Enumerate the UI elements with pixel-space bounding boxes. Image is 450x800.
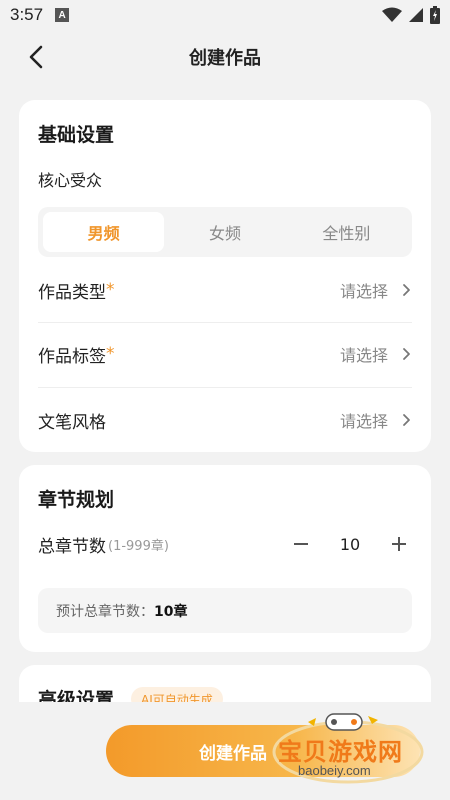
back-button[interactable]	[24, 42, 48, 72]
total-chapters-label: 总章节数	[38, 536, 106, 557]
nav-bar: 创建作品	[0, 30, 450, 84]
status-bar: 3:57 A	[0, 0, 450, 30]
estimate-label: 预计总章节数：	[56, 603, 154, 620]
signal-icon	[409, 8, 423, 22]
watermark: 宝贝游戏网 baobeiy.com	[268, 710, 428, 790]
chapter-count-stepper: 10	[288, 531, 412, 557]
work-type-row[interactable]: 作品类型 * 请选择	[38, 258, 412, 322]
estimate-box: 预计总章节数： 10章	[38, 588, 412, 633]
estimate-value: 10章	[154, 603, 188, 620]
work-tags-row[interactable]: 作品标签 * 请选择	[38, 322, 412, 386]
chapter-planning-title: 章节规划	[38, 489, 115, 511]
segment-male[interactable]: 男频	[43, 212, 165, 252]
chapters-range-hint: (1-999章)	[108, 538, 169, 554]
minus-icon	[294, 543, 308, 545]
writing-style-label: 文笔风格	[38, 412, 106, 433]
total-chapters-row: 总章节数 (1-999章) 10	[38, 527, 412, 561]
required-mark: *	[106, 280, 115, 300]
chapter-planning-card: 章节规划 总章节数 (1-999章) 10 预计总章节数： 10章	[19, 465, 431, 652]
audience-segment: 男频 女频 全性别	[38, 207, 412, 257]
wifi-icon	[382, 7, 402, 22]
increment-button[interactable]	[386, 531, 412, 557]
chapter-count-value[interactable]: 10	[314, 535, 386, 554]
status-time: 3:57	[10, 5, 44, 24]
status-icons	[382, 6, 440, 24]
watermark-url: baobeiy.com	[298, 763, 371, 778]
basic-settings-card: 基础设置 核心受众 男频 女频 全性别 作品类型 * 请选择 作品标签 * 请选…	[19, 100, 431, 452]
audience-label: 核心受众	[38, 171, 103, 190]
chevron-right-icon	[402, 282, 412, 298]
required-mark: *	[106, 344, 115, 364]
chevron-right-icon	[402, 346, 412, 362]
writing-style-value: 请选择	[339, 412, 388, 431]
battery-icon	[430, 6, 440, 24]
plus-icon	[392, 537, 406, 551]
writing-style-row[interactable]: 文笔风格 请选择	[38, 388, 412, 452]
notification-icon: A	[55, 8, 70, 22]
work-tags-label: 作品标签	[38, 346, 106, 367]
work-type-value: 请选择	[339, 282, 388, 301]
page-title: 创建作品	[189, 48, 261, 69]
work-tags-value: 请选择	[339, 346, 388, 365]
watermark-text: 宝贝游戏网	[278, 738, 403, 766]
basic-settings-title: 基础设置	[38, 124, 115, 146]
decrement-button[interactable]	[288, 531, 314, 557]
chevron-right-icon	[402, 412, 412, 428]
segment-female[interactable]: 女频	[164, 212, 285, 252]
chevron-left-icon	[29, 45, 43, 69]
segment-all[interactable]: 全性别	[286, 212, 407, 252]
work-type-label: 作品类型	[38, 282, 106, 303]
